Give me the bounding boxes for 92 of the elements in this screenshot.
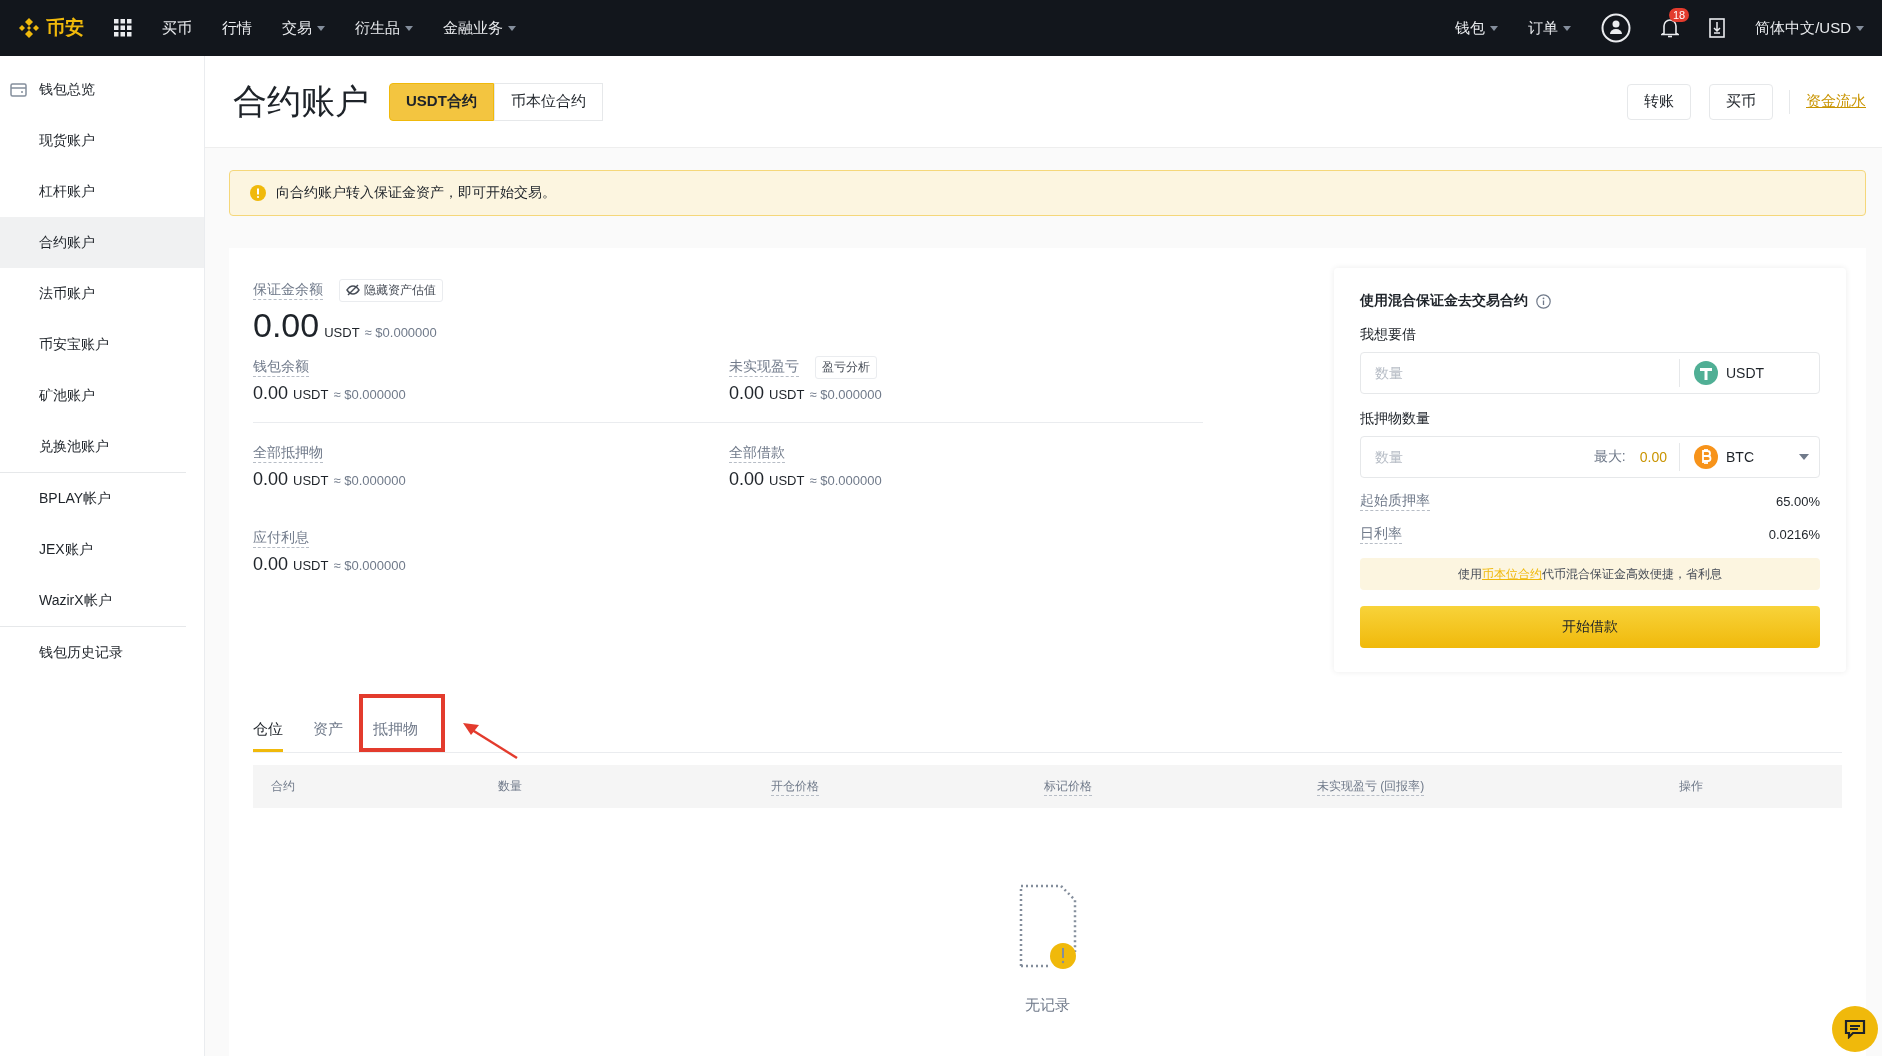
field-label: 全部抵押物 — [253, 443, 323, 463]
column-header: 开仓价格 — [771, 777, 819, 796]
logo[interactable]: 币安 — [18, 15, 84, 41]
unit: USDT — [769, 473, 805, 488]
caret-icon — [1856, 25, 1864, 31]
field-label: 我想要借 — [1360, 326, 1417, 344]
field-label: 钱包余额 — [253, 357, 309, 377]
column-header: 操作 — [1679, 778, 1703, 795]
amount-field[interactable]: 数量 最大: 0.00 BTC — [1360, 436, 1820, 478]
nav-menu-item[interactable]: 订单 — [1528, 18, 1572, 38]
nav-menu-item[interactable]: 金融业务 — [443, 18, 516, 38]
nav-menu-item[interactable]: 衍生品 — [355, 18, 413, 38]
page-title: 合约账户 — [233, 80, 369, 122]
segment-tab[interactable]: 币本位合约 — [493, 82, 603, 121]
tip-text: 使用币本位合约代币混合保证金高效便捷，省利息 — [1458, 565, 1722, 583]
empty-document-icon — [1018, 884, 1077, 970]
caret-icon[interactable] — [1799, 454, 1809, 460]
chat-icon — [1844, 1019, 1866, 1039]
caret-icon — [405, 25, 413, 31]
info-icon[interactable] — [1536, 293, 1551, 309]
coin-label: USDT — [1726, 365, 1765, 381]
annotation-arrow — [463, 723, 518, 760]
column-header: 标记价格 — [1044, 777, 1092, 796]
usd-estimate: ≈ $0.000000 — [333, 558, 406, 573]
rate-value: 65.00% — [1775, 494, 1820, 509]
usd-estimate: ≈ $0.000000 — [809, 387, 882, 402]
caret-icon — [1563, 25, 1572, 31]
amount: 0.00 — [253, 306, 320, 345]
sidebar-label: 钱包总览 — [39, 80, 95, 99]
field-label: 抵押物数量 — [1360, 410, 1431, 428]
chat-button[interactable] — [1832, 1006, 1878, 1052]
language-selector[interactable]: 简体中文/USD — [1755, 18, 1864, 38]
unit: USDT — [769, 387, 805, 402]
sidebar-item[interactable]: 合约账户 — [0, 217, 204, 268]
field-label: 保证金余额 — [253, 280, 323, 300]
rate-label: 日利率 — [1360, 525, 1402, 544]
panel-title: 使用混合保证金去交易合约 — [1360, 292, 1528, 310]
tab[interactable]: 仓位 — [253, 720, 283, 752]
user-icon[interactable] — [1601, 13, 1632, 43]
caret-icon — [508, 25, 516, 31]
nav-menu-item[interactable]: 钱包 — [1455, 18, 1499, 38]
download-icon[interactable] — [1709, 18, 1726, 38]
action-button[interactable]: 转账 — [1627, 83, 1691, 120]
column-header: 合约 — [271, 778, 295, 795]
unit: USDT — [293, 473, 329, 488]
caret-icon — [1490, 25, 1499, 31]
amount: 0.00 — [253, 469, 289, 490]
field-label: 全部借款 — [729, 443, 785, 463]
field-label: 应付利息 — [253, 528, 309, 548]
nav-menu-item[interactable]: 行情 — [222, 18, 252, 38]
notification-badge: 18 — [1668, 8, 1690, 22]
usd-estimate: ≈ $0.000000 — [333, 387, 406, 402]
amount: 0.00 — [253, 554, 289, 575]
eye-off-icon — [346, 284, 360, 296]
max-label: 最大: — [1593, 448, 1626, 466]
caret-icon — [317, 25, 325, 31]
coin-icon — [1694, 445, 1718, 469]
tab[interactable]: 资产 — [313, 720, 343, 752]
unit: USDT — [293, 558, 329, 573]
logo-icon — [18, 17, 40, 39]
tab[interactable]: 抵押物 — [373, 720, 418, 752]
empty-text: 无记录 — [1025, 996, 1070, 1015]
column-header: 未实现盈亏 (回报率) — [1317, 777, 1425, 796]
max-value: 0.00 — [1639, 449, 1667, 465]
amount-field[interactable]: 数量 USDT — [1360, 352, 1820, 394]
amount: 0.00 — [729, 469, 765, 490]
rate-value: 0.0216% — [1768, 527, 1820, 542]
amount: 0.00 — [253, 383, 289, 404]
apps-grid-icon[interactable] — [114, 19, 132, 37]
action-button[interactable]: 买币 — [1709, 83, 1773, 120]
hide-balance-button[interactable]: 隐藏资产估值 — [339, 278, 443, 302]
start-borrow-button[interactable]: 开始借款 — [1360, 606, 1820, 648]
warning-icon — [250, 185, 266, 201]
column-header: 数量 — [498, 778, 522, 795]
usd-estimate: ≈ $0.000000 — [809, 473, 882, 488]
usd-estimate: ≈ $0.000000 — [333, 473, 406, 488]
coin-icon — [1694, 361, 1718, 385]
wallet-icon — [10, 82, 27, 97]
unit: USDT — [324, 325, 360, 340]
segment-tab[interactable]: USDT合约 — [389, 82, 494, 121]
field-label: 未实现盈亏 — [729, 357, 799, 377]
logo-text: 币安 — [46, 16, 84, 40]
coin-label: BTC — [1726, 449, 1755, 465]
analysis-button[interactable]: 盈亏分析 — [815, 355, 877, 379]
rate-label: 起始质押率 — [1360, 492, 1430, 511]
amount: 0.00 — [729, 383, 765, 404]
unit: USDT — [293, 387, 329, 402]
nav-menu-item[interactable]: 交易 — [282, 18, 325, 38]
banner-text: 向合约账户转入保证金资产，即可开始交易。 — [276, 184, 556, 202]
bell-icon[interactable] — [1661, 18, 1680, 38]
nav-menu-item[interactable]: 买币 — [162, 18, 192, 38]
usd-estimate: ≈ $0.000000 — [364, 325, 437, 340]
